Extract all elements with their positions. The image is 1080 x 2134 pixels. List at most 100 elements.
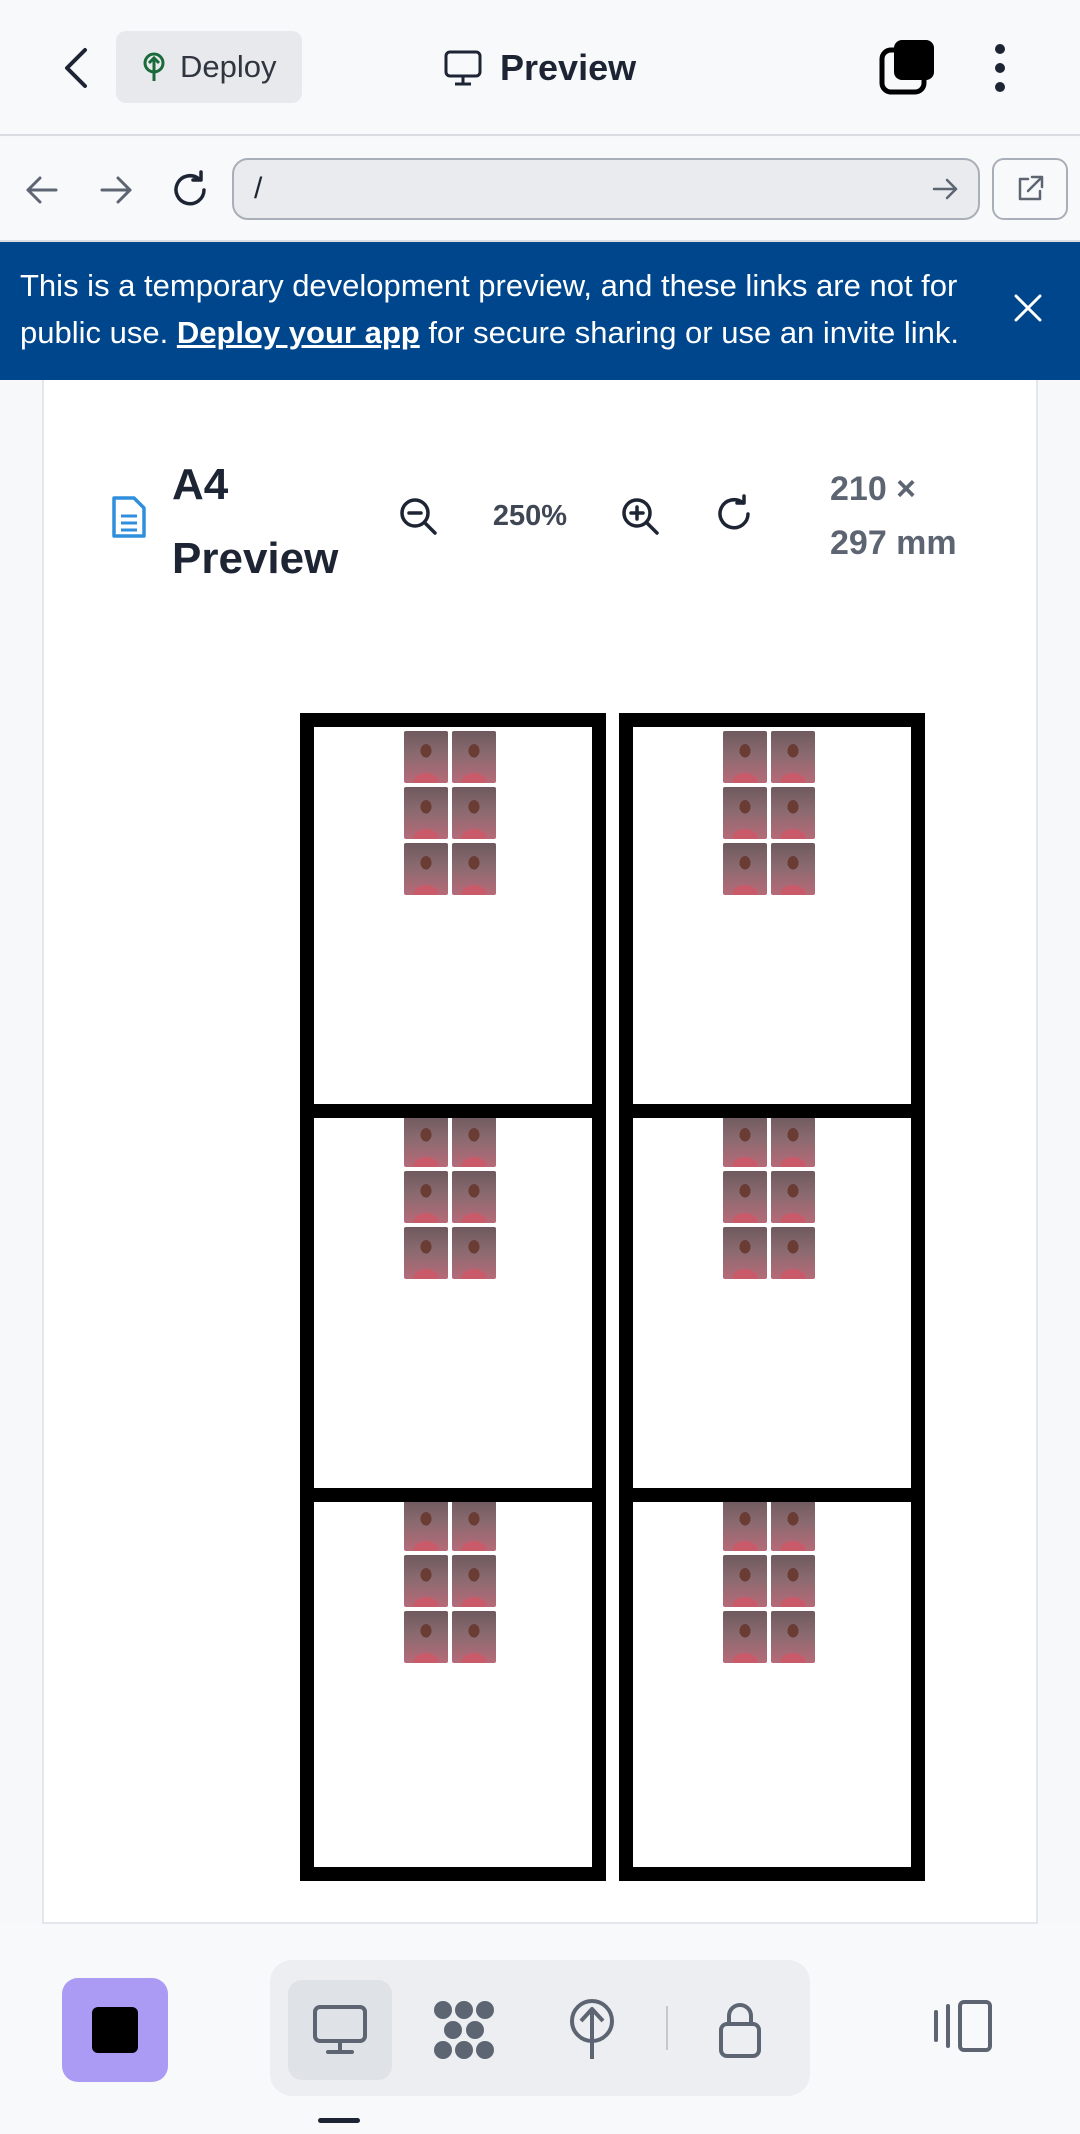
passport-photo — [452, 1227, 496, 1279]
deploy-label: Deploy — [180, 49, 277, 84]
deploy-tree-icon — [570, 1999, 614, 2059]
zoom-out-icon — [400, 498, 437, 535]
monitor-icon — [313, 2005, 367, 2054]
passport-photo — [723, 787, 767, 839]
photo-group — [723, 731, 815, 895]
passport-photo — [404, 787, 448, 839]
deploy-app-link[interactable]: Deploy your app — [177, 315, 420, 350]
external-link-icon — [1018, 175, 1044, 201]
document-icon — [112, 496, 146, 538]
tool-deploy[interactable] — [540, 1980, 644, 2080]
photo-cell — [633, 727, 911, 1111]
passport-photo — [404, 731, 448, 783]
cell-divider — [619, 1104, 925, 1118]
passport-photo — [723, 1555, 767, 1607]
more-vertical-icon — [995, 44, 1005, 54]
passport-photo — [771, 1499, 815, 1551]
banner-close-button[interactable] — [1010, 290, 1046, 331]
passport-photo — [771, 1611, 815, 1663]
deploy-tree-icon — [143, 52, 165, 81]
passport-photo — [404, 1227, 448, 1279]
passport-photo — [452, 1611, 496, 1663]
deploy-button[interactable]: Deploy — [116, 31, 302, 103]
passport-photo — [452, 787, 496, 839]
cell-divider — [300, 1488, 606, 1502]
home-indicator — [318, 2118, 360, 2123]
photo-cell — [314, 1111, 592, 1495]
nav-forward-button[interactable] — [92, 166, 140, 214]
passport-photo — [771, 843, 815, 895]
toolbar-divider — [666, 2006, 668, 2050]
arrow-left-icon — [26, 176, 58, 204]
refresh-icon — [718, 494, 750, 530]
photo-group — [404, 1115, 496, 1279]
sheet-column — [619, 713, 925, 1881]
url-value: / — [254, 172, 263, 205]
photo-group — [723, 1499, 815, 1663]
passport-photo — [771, 1115, 815, 1167]
tool-preview[interactable] — [288, 1980, 392, 2080]
passport-photo — [452, 731, 496, 783]
passport-photo — [723, 1611, 767, 1663]
photo-cell — [314, 727, 592, 1111]
photo-group — [404, 731, 496, 895]
passport-photo — [771, 787, 815, 839]
zoom-level: 250% — [492, 500, 568, 532]
passport-photo — [723, 1171, 767, 1223]
lock-icon — [719, 2003, 761, 2058]
photo-group — [723, 1115, 815, 1279]
cell-divider — [619, 1488, 925, 1502]
nav-back-button[interactable] — [18, 166, 66, 214]
page-title: Preview — [444, 40, 636, 96]
passport-photo — [404, 1611, 448, 1663]
url-input[interactable]: / — [232, 158, 980, 220]
banner-text: This is a temporary development preview,… — [20, 268, 960, 350]
passport-photo — [723, 843, 767, 895]
preview-heading: A4 Preview — [172, 460, 339, 583]
passport-photo — [723, 1227, 767, 1279]
passport-photo — [723, 1499, 767, 1551]
passport-photo — [452, 1171, 496, 1223]
split-view-button[interactable] — [930, 1996, 994, 2061]
passport-photo — [452, 1555, 496, 1607]
paper-dimensions: 210 × 297 mm — [830, 470, 957, 562]
passport-photo — [452, 1115, 496, 1167]
passport-photo — [723, 731, 767, 783]
url-toolbar: / — [0, 138, 1080, 242]
tool-workspace[interactable] — [412, 1980, 516, 2080]
zoom-in-icon — [622, 498, 659, 535]
photo-cell — [633, 1495, 911, 1879]
photo-cell — [314, 1495, 592, 1879]
passport-photo — [771, 731, 815, 783]
arrow-right-icon[interactable] — [930, 174, 960, 204]
top-app-bar: Deploy Preview — [0, 0, 1080, 136]
passport-photo — [404, 1555, 448, 1607]
back-button[interactable] — [52, 38, 100, 98]
tabs-button[interactable] — [878, 38, 936, 96]
reload-icon — [174, 170, 206, 206]
passport-photo — [723, 1115, 767, 1167]
more-menu-button[interactable] — [980, 38, 1020, 98]
reset-zoom-button[interactable] — [714, 494, 754, 539]
sheet-column — [300, 713, 606, 1881]
passport-photo — [771, 1171, 815, 1223]
open-external-button[interactable] — [992, 158, 1068, 220]
zoom-in-button[interactable] — [620, 496, 660, 541]
split-view-icon — [934, 2000, 992, 2052]
passport-photo — [452, 1499, 496, 1551]
passport-photo — [771, 1555, 815, 1607]
stop-button[interactable] — [62, 1978, 168, 2082]
zoom-out-button[interactable] — [398, 496, 438, 541]
reload-button[interactable] — [166, 166, 214, 214]
passport-photo — [771, 1227, 815, 1279]
passport-photo — [404, 1115, 448, 1167]
passport-photo — [404, 1499, 448, 1551]
photo-cell — [633, 1111, 911, 1495]
tool-secrets[interactable] — [688, 1980, 792, 2080]
tabs-icon — [879, 40, 934, 95]
arrow-right-icon — [100, 176, 132, 204]
stop-icon — [92, 2007, 138, 2053]
dev-preview-banner: This is a temporary development preview,… — [0, 242, 1080, 380]
close-icon — [1014, 294, 1042, 322]
cell-divider — [300, 1104, 606, 1118]
